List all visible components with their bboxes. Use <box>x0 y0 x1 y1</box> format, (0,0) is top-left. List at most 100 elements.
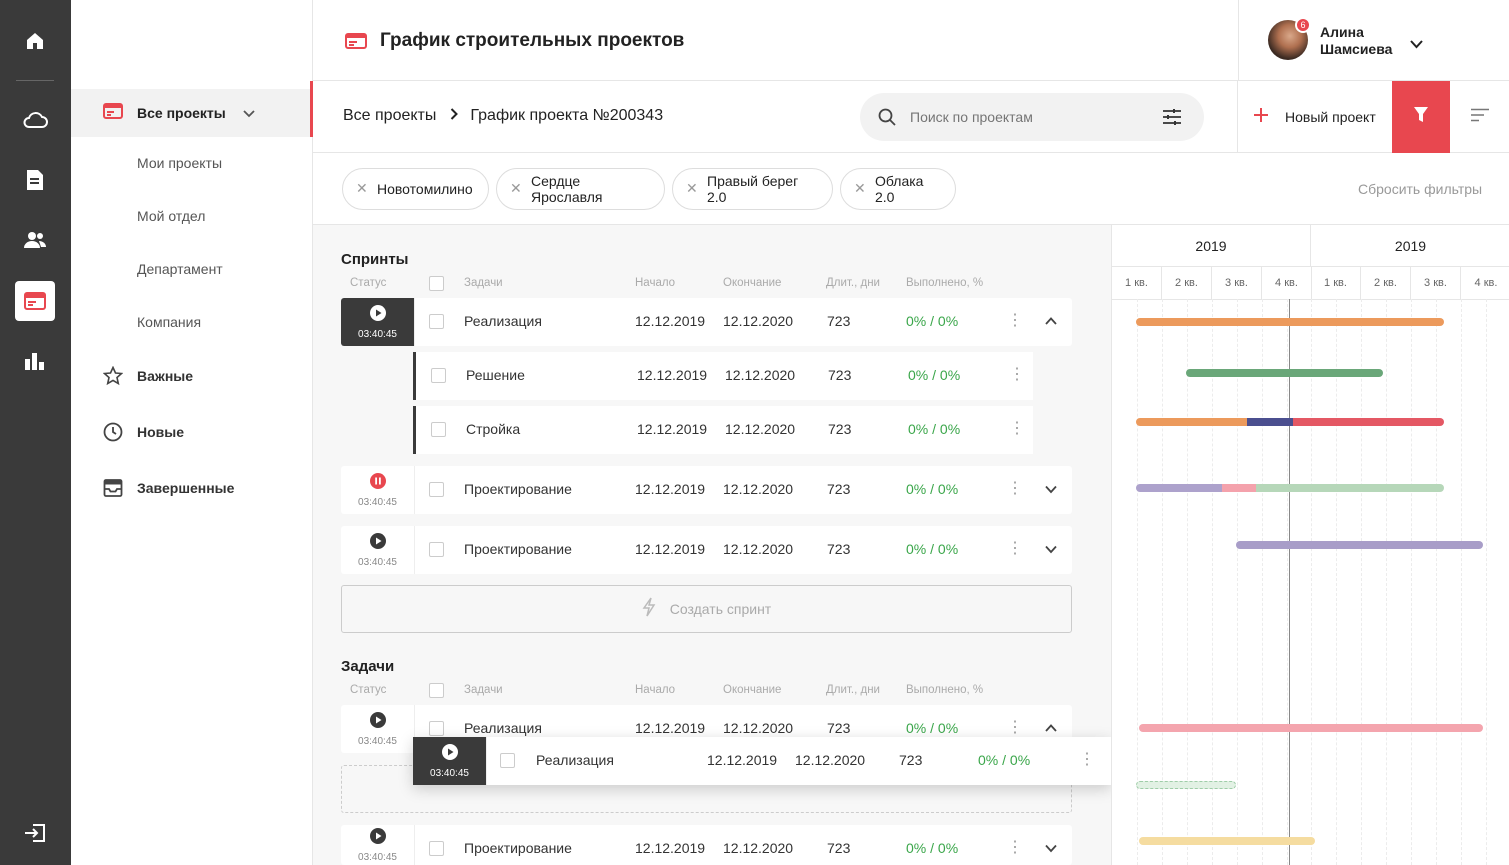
sprint-row[interactable]: 03:40:45 Проектирование 12.12.2019 12.12… <box>341 526 1072 574</box>
more-icon[interactable]: ⋮ <box>1007 538 1023 558</box>
more-icon[interactable]: ⋮ <box>1007 310 1023 330</box>
sub-task-row[interactable]: Решение 12.12.2019 12.12.2020 723 0% / 0… <box>413 352 1033 400</box>
gantt-quarter: 3 кв. <box>1212 267 1262 299</box>
row-checkbox[interactable] <box>429 721 444 736</box>
sort-icon <box>1470 108 1490 127</box>
row-checkbox[interactable] <box>429 542 444 557</box>
sidebar-item-my-department[interactable]: Мой отдел <box>71 196 313 236</box>
select-all-checkbox[interactable] <box>429 683 444 698</box>
gantt-bar[interactable] <box>1136 318 1444 326</box>
filter-chip[interactable]: ✕ Новотомилино <box>342 168 489 210</box>
row-checkbox[interactable] <box>500 753 515 768</box>
duration: 723 <box>827 481 851 497</box>
row-checkbox[interactable] <box>429 841 444 856</box>
column-header: Длит., дни <box>826 277 880 289</box>
sidebar-item-important[interactable]: Важные <box>71 356 313 396</box>
sidebar-item-my-projects[interactable]: Мои проекты <box>71 143 313 183</box>
filter-chip[interactable]: ✕ Сердце Ярославля <box>496 168 665 210</box>
row-checkbox[interactable] <box>431 422 446 437</box>
more-icon[interactable]: ⋮ <box>1009 364 1025 384</box>
play-icon[interactable] <box>369 711 386 733</box>
column-header: Выполнено, % <box>906 684 984 696</box>
task-row[interactable]: 03:40:45 Проектирование 12.12.2019 12.12… <box>341 825 1072 865</box>
more-icon[interactable]: ⋮ <box>1007 478 1023 498</box>
document-icon[interactable] <box>15 160 55 200</box>
sprint-row[interactable]: 03:40:45 Реализация 12.12.2019 12.12.202… <box>341 298 1072 346</box>
filter-chip[interactable]: ✕ Правый берег 2.0 <box>672 168 833 210</box>
gantt-bar[interactable] <box>1136 484 1444 492</box>
timer: 03:40:45 <box>358 735 397 747</box>
done-percent: 0% / 0% <box>908 421 961 437</box>
gantt-bar[interactable] <box>1136 418 1444 426</box>
chevron-down-icon[interactable] <box>1044 542 1058 556</box>
status-cell: 03:40:45 <box>341 825 415 865</box>
gantt-icon[interactable] <box>15 281 55 321</box>
close-icon[interactable]: ✕ <box>854 180 866 197</box>
sidebar-item-label: Все проекты <box>137 105 226 121</box>
search-input[interactable] <box>910 105 1140 129</box>
logout-icon[interactable] <box>15 813 55 853</box>
cloud-icon[interactable] <box>15 100 55 140</box>
row-checkbox[interactable] <box>431 368 446 383</box>
more-icon[interactable]: ⋮ <box>1079 749 1095 769</box>
sidebar-item-completed[interactable]: Завершенные <box>71 468 313 508</box>
gantt-bar[interactable] <box>1236 541 1483 549</box>
gantt-bar[interactable] <box>1139 837 1315 845</box>
dragged-task-row[interactable]: 03:40:45 Реализация 12.12.2019 12.12.202… <box>413 737 1111 785</box>
sidebar-item-department[interactable]: Департамент <box>71 249 313 289</box>
play-icon[interactable] <box>369 532 386 554</box>
filter-chip-label: Новотомилино <box>377 181 473 197</box>
sidebar-item-new[interactable]: Новые <box>71 412 313 452</box>
chevron-up-icon[interactable] <box>1044 721 1058 735</box>
play-icon[interactable] <box>441 743 458 765</box>
row-checkbox[interactable] <box>429 314 444 329</box>
chevron-up-icon[interactable] <box>1044 314 1058 328</box>
sort-button[interactable] <box>1450 81 1509 153</box>
filter-chip[interactable]: ✕ Облака 2.0 <box>840 168 956 210</box>
select-all-checkbox[interactable] <box>429 276 444 291</box>
reset-filters-link[interactable]: Сбросить фильтры <box>1358 181 1482 197</box>
chart-icon[interactable] <box>15 341 55 381</box>
sidebar-item-all-projects[interactable]: Все проекты <box>71 89 313 137</box>
filter-button[interactable] <box>1392 81 1450 153</box>
home-icon[interactable] <box>15 21 55 61</box>
more-icon[interactable]: ⋮ <box>1007 717 1023 737</box>
sidebar-item-company[interactable]: Компания <box>71 302 313 342</box>
users-icon[interactable] <box>15 220 55 260</box>
close-icon[interactable]: ✕ <box>510 180 522 197</box>
sub-task-row[interactable]: Стройка 12.12.2019 12.12.2020 723 0% / 0… <box>413 406 1033 454</box>
end-date: 12.12.2020 <box>723 481 794 497</box>
pause-icon[interactable] <box>369 472 386 494</box>
gantt-bar[interactable] <box>1139 724 1483 732</box>
search-box[interactable] <box>860 93 1204 141</box>
chevron-down-icon[interactable] <box>1044 841 1058 855</box>
gantt-quarter: 4 кв. <box>1474 277 1498 289</box>
play-icon[interactable] <box>369 304 386 326</box>
new-project-button[interactable]: Новый проект <box>1238 81 1392 153</box>
gantt-bar[interactable] <box>1186 369 1383 377</box>
filter-chip-label: Сердце Ярославля <box>531 173 603 205</box>
more-icon[interactable]: ⋮ <box>1009 418 1025 438</box>
row-checkbox[interactable] <box>429 482 444 497</box>
user-menu[interactable]: 6 Алина Шамсиева <box>1238 0 1509 81</box>
sidebar-item-label: Мои проекты <box>137 155 223 171</box>
more-icon[interactable]: ⋮ <box>1007 837 1023 857</box>
done-percent: 0% / 0% <box>908 367 961 383</box>
duration: 723 <box>828 367 852 383</box>
column-header: Длит., дни <box>826 684 880 696</box>
create-sprint-button[interactable]: Создать спринт <box>341 585 1072 633</box>
duration: 723 <box>899 752 923 768</box>
chevron-down-icon[interactable] <box>1044 482 1058 496</box>
settings-sliders-icon[interactable] <box>1162 108 1182 131</box>
close-icon[interactable]: ✕ <box>356 180 368 197</box>
column-header: Окончание <box>723 277 782 289</box>
breadcrumb-root[interactable]: Все проекты <box>343 107 436 125</box>
search-icon <box>878 108 896 131</box>
close-icon[interactable]: ✕ <box>686 180 698 197</box>
sprint-row[interactable]: 03:40:45 Проектирование 12.12.2019 12.12… <box>341 466 1072 514</box>
page-title: График строительных проектов <box>380 30 685 51</box>
chevron-down-icon[interactable] <box>1410 36 1423 54</box>
play-icon[interactable] <box>369 827 386 849</box>
chevron-down-icon[interactable] <box>243 105 255 121</box>
end-date: 12.12.2020 <box>725 421 796 437</box>
